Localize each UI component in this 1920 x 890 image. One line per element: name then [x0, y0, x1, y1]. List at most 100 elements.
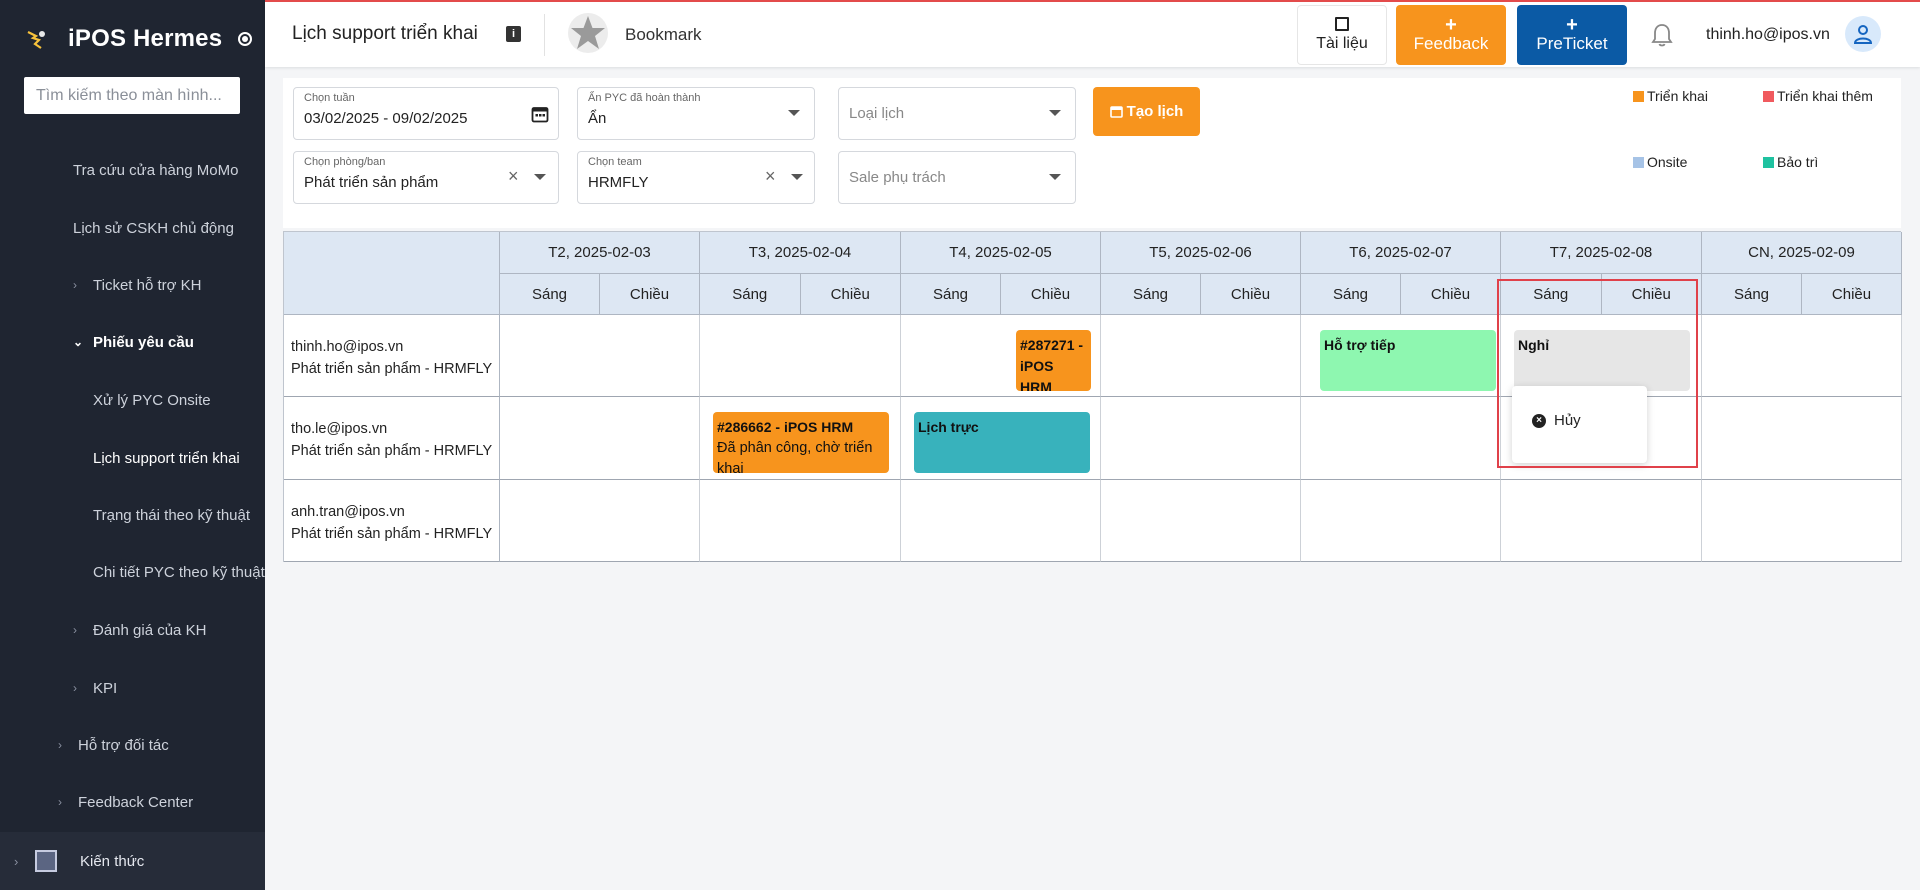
page-title: Lịch support triển khai [292, 23, 478, 44]
schedule-cell[interactable] [1101, 315, 1301, 397]
sidebar-item-phieu-yeu-cau[interactable]: ⌄ Phiếu yêu cầu [0, 322, 265, 362]
schedule-event[interactable]: #286662 - iPOS HRM Đã phân công, chờ triể… [713, 412, 889, 473]
chevron-right-icon: › [14, 853, 19, 869]
calendar-icon[interactable] [531, 105, 549, 123]
clear-icon[interactable]: × [765, 166, 776, 187]
avatar[interactable] [1845, 16, 1881, 52]
sidebar: iPOS Hermes Tra cứu cửa hàng MoMo Lịch s… [0, 0, 265, 890]
hide-completed-label: Ẩn PYC đã hoàn thành [588, 92, 701, 104]
brand-name: iPOS Hermes [68, 25, 223, 52]
bookmark-label[interactable]: Bookmark [625, 25, 702, 45]
sidebar-item-kpi[interactable]: › KPI [0, 668, 265, 708]
schedule-event[interactable]: #287271 - iPOS HRMĐã phân [1016, 330, 1091, 391]
event-title: #287271 - iPOS HRM [1020, 337, 1084, 391]
create-schedule-button[interactable]: Tạo lịch [1093, 87, 1200, 136]
schedule-cell[interactable] [500, 480, 700, 562]
hermes-logo-icon [27, 31, 45, 49]
caret-down-icon [788, 110, 800, 116]
star-icon[interactable] [567, 12, 609, 54]
schedule-type-placeholder: Loại lịch [849, 105, 905, 122]
chevron-down-icon: ⌄ [73, 335, 84, 349]
docs-button[interactable]: Tài liệu [1297, 5, 1387, 65]
legend-swatch [1763, 90, 1774, 102]
preticket-button-label: PreTicket [1536, 34, 1608, 53]
team-select[interactable]: Chọn team HRMFLY × [577, 151, 815, 204]
sidebar-item-trang-thai[interactable]: Trạng thái theo kỹ thuật [0, 495, 265, 535]
schedule-event[interactable]: Hỗ trợ tiếp [1320, 330, 1496, 391]
legend-label: Triển khai [1647, 88, 1708, 104]
staff-email: thinh.ho@ipos.vn [291, 339, 404, 355]
preticket-button[interactable]: + PreTicket [1517, 5, 1627, 65]
sidebar-item-pyc-onsite[interactable]: Xử lý PYC Onsite [0, 380, 265, 420]
schedule-cell[interactable] [1101, 397, 1301, 480]
sidebar-item-momo[interactable]: Tra cứu cửa hàng MoMo [0, 150, 265, 190]
week-picker[interactable]: Chọn tuần 03/02/2025 - 09/02/2025 [293, 87, 559, 140]
schedule-type-select[interactable]: Loại lịch [838, 87, 1076, 140]
sidebar-item-chi-tiet-pyc[interactable]: Chi tiết PYC theo kỹ thuật [0, 552, 265, 592]
header-divider [544, 14, 545, 56]
schedule-cell[interactable] [1702, 397, 1902, 480]
event-title: Lịch trực [918, 419, 979, 435]
sidebar-item-danh-gia[interactable]: › Đánh giá của KH [0, 610, 265, 650]
info-icon[interactable]: i [506, 26, 521, 42]
schedule-cell[interactable] [500, 397, 700, 480]
sidebar-item-doi-tac[interactable]: › Hỗ trợ đối tác [0, 725, 265, 765]
sidebar-item-ticket[interactable]: › Ticket hỗ trợ KH [0, 265, 265, 305]
sidebar-item-label: KPI [93, 679, 118, 697]
sidebar-item-label: Kiến thức [80, 852, 145, 870]
hide-completed-select[interactable]: Ẩn PYC đã hoàn thành Ẩn [577, 87, 815, 140]
caret-down-icon [1049, 174, 1061, 180]
sidebar-item-label: Chi tiết PYC theo kỹ thuật [93, 563, 265, 581]
chevron-right-icon: › [58, 738, 62, 752]
sidebar-item-label: Lịch support triển khai [93, 449, 240, 467]
schedule-event[interactable]: Lịch trực [914, 412, 1090, 473]
schedule-cell[interactable] [1301, 397, 1501, 480]
session-afternoon-header: Chiều [600, 274, 700, 315]
legend-swatch [1763, 156, 1774, 168]
user-email[interactable]: thinh.ho@ipos.vn [1706, 26, 1830, 44]
chevron-right-icon: › [73, 681, 77, 695]
team-value: HRMFLY [588, 174, 649, 191]
department-value: Phát triển sản phẩm [304, 174, 439, 191]
event-title: Hỗ trợ tiếp [1324, 337, 1396, 353]
schedule-cell[interactable] [500, 315, 700, 397]
schedule-cell[interactable] [700, 315, 901, 397]
week-picker-label: Chọn tuần [304, 92, 355, 104]
legend-item: Triển khai [1633, 88, 1708, 104]
clear-icon[interactable]: × [508, 166, 519, 187]
sale-select[interactable]: Sale phụ trách [838, 151, 1076, 204]
session-morning-header: Sáng [1702, 274, 1802, 315]
brand[interactable]: iPOS Hermes [26, 22, 253, 56]
schedule-cell[interactable] [700, 480, 901, 562]
sidebar-search-input[interactable] [24, 77, 240, 114]
schedule-cell[interactable] [1702, 480, 1902, 562]
sidebar-item-label: Trạng thái theo kỹ thuật [93, 506, 251, 524]
legend-swatch [1633, 156, 1644, 168]
session-afternoon-header: Chiều [1201, 274, 1301, 315]
hide-completed-value: Ẩn [588, 110, 607, 127]
radio-dot-icon[interactable] [238, 32, 253, 46]
schedule-cell[interactable] [1501, 480, 1702, 562]
feedback-button[interactable]: + Feedback [1396, 5, 1506, 65]
staff-department: Phát triển sản phẩm - HRMFLY [291, 361, 493, 377]
plus-icon: + [1445, 14, 1457, 36]
day-header: T3, 2025-02-04 [700, 232, 901, 274]
sidebar-item-feedback-center[interactable]: › Feedback Center [0, 782, 265, 822]
week-picker-value: 03/02/2025 - 09/02/2025 [304, 110, 468, 127]
session-morning-header: Sáng [1301, 274, 1401, 315]
session-morning-header: Sáng [700, 274, 801, 315]
schedule-cell[interactable] [1301, 480, 1501, 562]
sidebar-item-label: Ticket hỗ trợ KH [93, 276, 202, 294]
schedule-cell[interactable] [1101, 480, 1301, 562]
schedule-cell[interactable] [1702, 315, 1902, 397]
sidebar-item-label: Phiếu yêu cầu [93, 333, 194, 351]
legend-swatch [1633, 90, 1644, 102]
staff-department: Phát triển sản phẩm - HRMFLY [291, 443, 493, 459]
department-select[interactable]: Chọn phòng/ban Phát triển sản phẩm × [293, 151, 559, 204]
plus-icon: + [1566, 14, 1578, 36]
schedule-cell[interactable] [901, 480, 1101, 562]
bell-icon[interactable] [1649, 22, 1675, 48]
sidebar-item-cskh[interactable]: Lịch sử CSKH chủ động [0, 208, 265, 248]
sidebar-item-kien-thuc[interactable]: › Kiến thức [0, 832, 265, 890]
sidebar-item-lich-support[interactable]: Lịch support triển khai [0, 438, 265, 478]
